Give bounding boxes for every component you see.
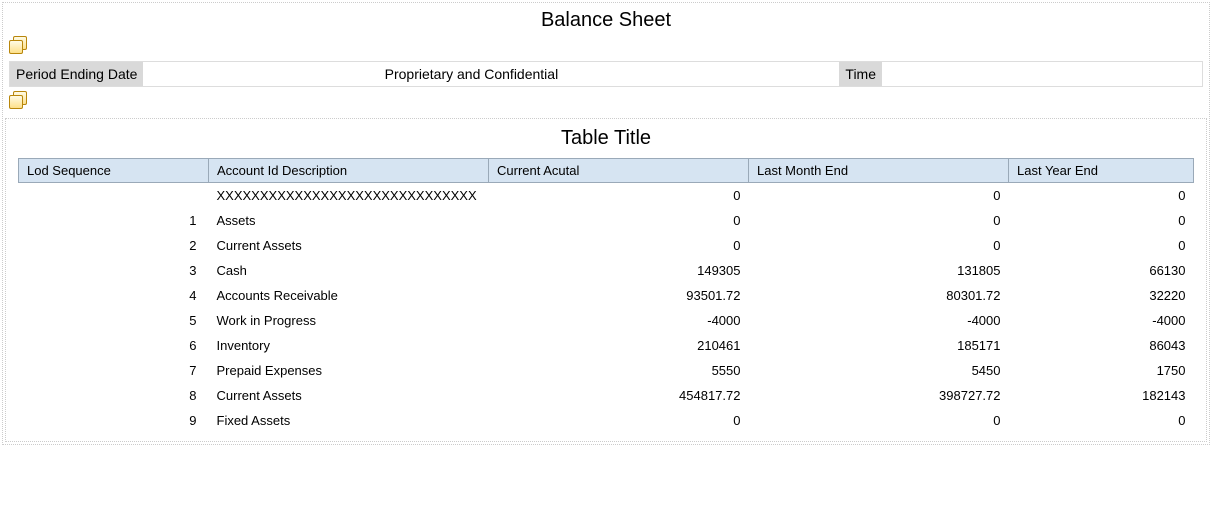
time-label[interactable]: Time (839, 62, 882, 86)
cell-lod: 5 (19, 308, 209, 333)
table-row[interactable]: 2Current Assets000 (19, 233, 1194, 258)
cell-last-month: 0 (749, 208, 1009, 233)
cell-current: 93501.72 (489, 283, 749, 308)
placeholder-icon[interactable] (9, 36, 27, 54)
cell-lod: 9 (19, 408, 209, 433)
table-body: XXXXXXXXXXXXXXXXXXXXXXXXXXXXXX0001Assets… (19, 183, 1194, 434)
cell-desc: Prepaid Expenses (209, 358, 489, 383)
period-ending-date-label[interactable]: Period Ending Date (10, 62, 143, 86)
table-row[interactable]: 5Work in Progress-4000-4000-4000 (19, 308, 1194, 333)
header-bar: Period Ending Date Proprietary and Confi… (9, 61, 1203, 87)
cell-last-year: 0 (1009, 183, 1194, 209)
cell-lod: 1 (19, 208, 209, 233)
cell-last-month: 0 (749, 233, 1009, 258)
cell-lod: 4 (19, 283, 209, 308)
col-header-desc[interactable]: Account Id Description (209, 159, 489, 183)
table-row[interactable]: 6Inventory21046118517186043 (19, 333, 1194, 358)
table-row[interactable]: 3Cash14930513180566130 (19, 258, 1194, 283)
table-row[interactable]: 1Assets000 (19, 208, 1194, 233)
cell-desc: Fixed Assets (209, 408, 489, 433)
table-row[interactable]: 8Current Assets454817.72398727.72182143 (19, 383, 1194, 408)
cell-last-month: 131805 (749, 258, 1009, 283)
cell-last-year: 66130 (1009, 258, 1194, 283)
table-title: Table Title (6, 119, 1206, 158)
cell-lod (19, 183, 209, 209)
table-header-row: Lod Sequence Account Id Description Curr… (19, 159, 1194, 183)
cell-last-year: 182143 (1009, 383, 1194, 408)
cell-last-year: 0 (1009, 208, 1194, 233)
cell-last-month: -4000 (749, 308, 1009, 333)
report-container: Balance Sheet Period Ending Date Proprie… (2, 2, 1210, 445)
cell-last-year: -4000 (1009, 308, 1194, 333)
cell-desc: Inventory (209, 333, 489, 358)
cell-last-year: 1750 (1009, 358, 1194, 383)
cell-current: 210461 (489, 333, 749, 358)
col-header-last-year[interactable]: Last Year End (1009, 159, 1194, 183)
table-row[interactable]: 9Fixed Assets000 (19, 408, 1194, 433)
table-section: Table Title Lod Sequence Account Id Desc… (5, 118, 1207, 442)
cell-desc: Cash (209, 258, 489, 283)
cell-last-year: 32220 (1009, 283, 1194, 308)
cell-current: 0 (489, 408, 749, 433)
cell-desc: Accounts Receivable (209, 283, 489, 308)
table-row[interactable]: 7Prepaid Expenses555054501750 (19, 358, 1194, 383)
cell-current: 454817.72 (489, 383, 749, 408)
cell-desc: Current Assets (209, 383, 489, 408)
cell-desc: Assets (209, 208, 489, 233)
cell-last-month: 0 (749, 408, 1009, 433)
cell-desc: Work in Progress (209, 308, 489, 333)
cell-current: 149305 (489, 258, 749, 283)
cell-last-month: 5450 (749, 358, 1009, 383)
cell-current: 5550 (489, 358, 749, 383)
col-header-last-month[interactable]: Last Month End (749, 159, 1009, 183)
report-title: Balance Sheet (3, 3, 1209, 34)
data-table: Lod Sequence Account Id Description Curr… (18, 158, 1194, 433)
confidential-label: Proprietary and Confidential (143, 62, 799, 86)
cell-lod: 7 (19, 358, 209, 383)
cell-lod: 3 (19, 258, 209, 283)
cell-last-year: 86043 (1009, 333, 1194, 358)
col-header-current[interactable]: Current Acutal (489, 159, 749, 183)
cell-current: 0 (489, 233, 749, 258)
cell-last-year: 0 (1009, 408, 1194, 433)
cell-last-month: 185171 (749, 333, 1009, 358)
cell-last-month: 398727.72 (749, 383, 1009, 408)
placeholder-icon[interactable] (9, 91, 27, 109)
cell-lod: 8 (19, 383, 209, 408)
table-row[interactable]: XXXXXXXXXXXXXXXXXXXXXXXXXXXXXX000 (19, 183, 1194, 209)
cell-desc: Current Assets (209, 233, 489, 258)
cell-last-year: 0 (1009, 233, 1194, 258)
cell-lod: 2 (19, 233, 209, 258)
cell-last-month: 0 (749, 183, 1009, 209)
cell-desc: XXXXXXXXXXXXXXXXXXXXXXXXXXXXXX (209, 183, 489, 209)
cell-current: 0 (489, 208, 749, 233)
cell-current: -4000 (489, 308, 749, 333)
table-row[interactable]: 4Accounts Receivable93501.7280301.723222… (19, 283, 1194, 308)
cell-current: 0 (489, 183, 749, 209)
col-header-lod[interactable]: Lod Sequence (19, 159, 209, 183)
cell-lod: 6 (19, 333, 209, 358)
cell-last-month: 80301.72 (749, 283, 1009, 308)
